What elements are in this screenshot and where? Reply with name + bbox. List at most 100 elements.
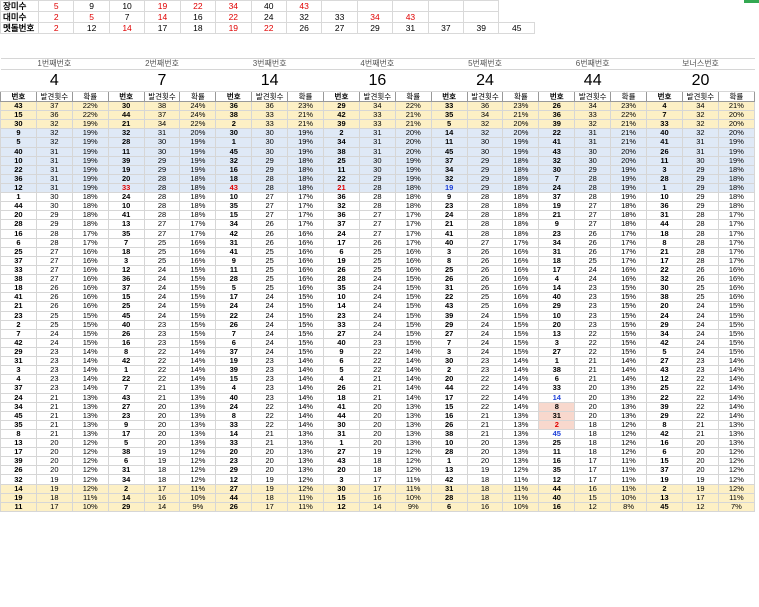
prob-cell[interactable]: 11% <box>610 465 648 476</box>
number-cell[interactable]: 44 <box>646 219 683 230</box>
number-cell[interactable]: 31 <box>538 246 576 257</box>
number-cell[interactable]: 43 <box>538 146 576 157</box>
number-cell[interactable]: 8 <box>107 346 145 358</box>
number-cell[interactable]: 10 <box>646 192 683 203</box>
count-cell[interactable]: 23 <box>466 365 504 376</box>
count-cell[interactable]: 28 <box>143 182 181 194</box>
count-cell[interactable]: 28 <box>681 228 719 239</box>
prob-cell[interactable]: 13% <box>502 456 540 467</box>
prob-cell[interactable]: 12% <box>610 419 648 430</box>
count-cell[interactable]: 22 <box>681 392 719 403</box>
count-cell[interactable]: 25 <box>251 274 289 285</box>
number-cell[interactable]: 33 <box>430 100 468 112</box>
summary-cell[interactable]: 31 <box>392 22 429 34</box>
prob-cell[interactable]: 13% <box>179 419 217 430</box>
count-cell[interactable]: 36 <box>466 100 504 112</box>
count-cell[interactable]: 32 <box>466 128 504 139</box>
count-cell[interactable]: 24 <box>251 328 289 339</box>
number-cell[interactable]: 14 <box>323 301 360 312</box>
number-cell[interactable]: 17 <box>323 237 360 248</box>
prob-cell[interactable]: 13% <box>610 410 648 421</box>
count-cell[interactable]: 31 <box>574 137 612 148</box>
prob-cell[interactable]: 17% <box>717 255 756 266</box>
count-cell[interactable]: 25 <box>251 255 289 266</box>
number-cell[interactable]: 8 <box>646 419 683 430</box>
count-cell[interactable]: 22 <box>251 401 289 412</box>
prob-cell[interactable]: 17% <box>394 210 432 221</box>
prob-cell[interactable]: 12% <box>610 428 648 440</box>
count-cell[interactable]: 29 <box>143 164 181 175</box>
number-cell[interactable]: 35 <box>430 110 468 121</box>
summary-cell[interactable]: 19 <box>215 22 252 34</box>
number-cell[interactable]: 37 <box>323 219 360 230</box>
number-cell[interactable]: 33 <box>646 119 683 130</box>
prob-cell[interactable]: 19% <box>502 146 540 157</box>
count-cell[interactable]: 24 <box>466 310 504 321</box>
count-cell[interactable]: 29 <box>35 219 73 230</box>
number-cell[interactable]: 9 <box>323 346 360 358</box>
count-cell[interactable]: 24 <box>681 337 719 348</box>
prob-cell[interactable]: 15% <box>502 310 540 321</box>
summary-cell[interactable]: 33 <box>321 11 358 23</box>
number-cell[interactable]: 28 <box>215 274 253 285</box>
number-cell[interactable]: 21 <box>323 182 360 194</box>
summary-cell[interactable]: 29 <box>356 22 394 34</box>
prob-cell[interactable]: 13% <box>610 392 648 403</box>
prob-cell[interactable]: 16% <box>71 283 109 294</box>
number-cell[interactable]: 16 <box>430 410 468 421</box>
prob-cell[interactable]: 17% <box>287 201 325 212</box>
count-cell[interactable]: 37 <box>35 100 73 112</box>
number-cell[interactable]: 37 <box>107 283 145 294</box>
prob-cell[interactable]: 15% <box>71 310 109 321</box>
count-cell[interactable]: 16 <box>358 492 396 503</box>
number-cell[interactable]: 27 <box>107 401 145 412</box>
count-cell[interactable]: 21 <box>35 401 73 412</box>
number-cell[interactable]: 13 <box>430 465 468 476</box>
count-cell[interactable]: 26 <box>681 274 719 285</box>
prob-cell[interactable]: 10% <box>610 492 648 503</box>
count-cell[interactable]: 19 <box>251 474 289 485</box>
count-cell[interactable]: 24 <box>143 264 181 276</box>
number-cell[interactable]: 43 <box>215 182 253 194</box>
number-cell[interactable]: 40 <box>107 319 145 330</box>
prob-cell[interactable]: 13% <box>179 410 217 421</box>
count-cell[interactable]: 25 <box>681 283 719 294</box>
prob-cell[interactable]: 12% <box>717 483 756 494</box>
number-cell[interactable]: 34 <box>107 474 145 485</box>
number-cell[interactable]: 39 <box>215 365 253 376</box>
number-cell[interactable]: 39 <box>0 456 37 467</box>
summary-cell[interactable]: 37 <box>427 22 465 34</box>
number-cell[interactable]: 3 <box>0 365 37 376</box>
count-cell[interactable]: 28 <box>143 210 181 221</box>
count-cell[interactable]: 33 <box>251 110 289 121</box>
number-cell[interactable]: 42 <box>646 428 683 440</box>
count-cell[interactable]: 29 <box>358 173 396 184</box>
prob-cell[interactable]: 16% <box>71 274 109 285</box>
number-cell[interactable]: 17 <box>646 255 683 266</box>
count-cell[interactable]: 21 <box>681 428 719 440</box>
number-cell[interactable]: 20 <box>538 319 576 330</box>
prob-cell[interactable]: 16% <box>71 246 109 257</box>
number-cell[interactable]: 26 <box>107 328 145 339</box>
number-cell[interactable]: 42 <box>107 356 145 367</box>
number-cell[interactable]: 39 <box>107 155 145 166</box>
number-cell[interactable]: 36 <box>538 110 576 121</box>
count-cell[interactable]: 17 <box>35 501 73 512</box>
prob-cell[interactable]: 16% <box>71 292 109 303</box>
count-cell[interactable]: 24 <box>358 292 396 303</box>
prob-cell[interactable]: 23% <box>610 100 648 112</box>
count-cell[interactable]: 21 <box>574 374 612 385</box>
number-cell[interactable]: 6 <box>646 447 683 458</box>
prob-cell[interactable]: 16% <box>287 264 325 276</box>
count-cell[interactable]: 19 <box>681 474 719 485</box>
prob-cell[interactable]: 21% <box>610 128 648 139</box>
count-cell[interactable]: 23 <box>35 383 73 394</box>
count-cell[interactable]: 28 <box>681 219 719 230</box>
prob-cell[interactable]: 13% <box>179 392 217 403</box>
prob-cell[interactable]: 16% <box>287 274 325 285</box>
prob-cell[interactable]: 14% <box>179 356 217 367</box>
count-cell[interactable]: 32 <box>466 119 504 130</box>
number-cell[interactable]: 43 <box>0 100 37 112</box>
number-cell[interactable]: 16 <box>538 456 576 467</box>
prob-cell[interactable]: 17% <box>71 228 109 239</box>
